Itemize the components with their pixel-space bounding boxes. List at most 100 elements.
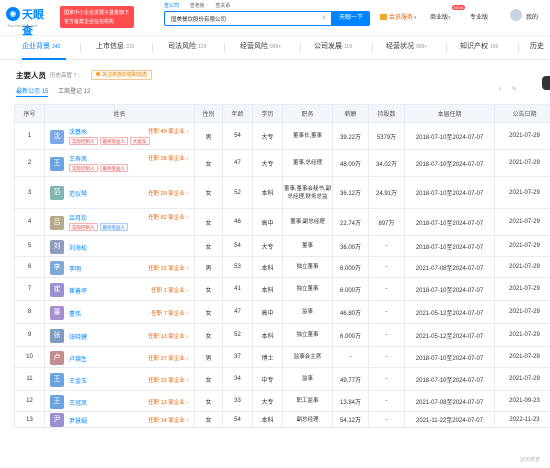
sub-tab-registration[interactable]: 工商登记 12 bbox=[58, 89, 90, 95]
table-row[interactable]: 9 张 张晓健 任职 13 家企业 › 女 52 本科 独立董事 6.000万 -2021… bbox=[14, 323, 550, 347]
position-cell: 独立董事 bbox=[282, 277, 333, 301]
person-name-link[interactable]: 范仪琴 bbox=[69, 189, 87, 198]
tab-enterprise-background[interactable]: 企业背景 242 bbox=[22, 41, 60, 51]
table-row[interactable]: 7 崔 崔善坪 任职 1 家企业 › 女 41 本科 独立董事 6.000万 -2018-… bbox=[14, 277, 550, 301]
person-avatar[interactable]: 尹 bbox=[50, 413, 64, 427]
person-name-link[interactable]: 吕月珍 bbox=[69, 213, 87, 222]
table-row[interactable]: 2 王 王寿凤 任职 28 家企业 › 实际控制人 最终受益人 女 47 大专 董事,总… bbox=[14, 149, 550, 177]
term-cell: 2018-07-10至2024-07-07 bbox=[404, 208, 495, 236]
logo[interactable]: ◉ 天眼查 TianYanCha.com bbox=[6, 5, 52, 37]
sub-tab-latest[interactable]: 最新公示 15 bbox=[16, 89, 49, 97]
history-executives-link[interactable]: 历史高管 7 › bbox=[50, 71, 80, 79]
person-avatar[interactable]: 李 bbox=[50, 261, 64, 275]
person-avatar[interactable]: 崔 bbox=[50, 283, 64, 297]
tab-count: 242 bbox=[52, 44, 61, 50]
pay-cell: 6.000万 bbox=[332, 256, 369, 278]
person-positions-link[interactable]: 任职 40 家企业 › bbox=[148, 127, 188, 135]
person-tag: 最终受益人 bbox=[99, 223, 128, 231]
user-avatar[interactable] bbox=[510, 9, 522, 21]
search-tab-relation[interactable]: 查关系 bbox=[215, 2, 230, 9]
table-row[interactable]: 4 吕 吕月珍 任职 82 家企业 › 实际控制人 最终受益人 女 46 高中 董事,副… bbox=[14, 208, 550, 236]
person-cell: 卢 卢锦生 任职 27 家企业 › bbox=[44, 346, 195, 368]
person-name-link[interactable]: 刘海松 bbox=[69, 243, 87, 252]
person-name-link[interactable]: 王寿凤 bbox=[69, 154, 87, 163]
table-row[interactable]: 8 董 董伟 任职 7 家企业 › 女 47 高中 监事 46.80万 -2021-05-… bbox=[14, 300, 550, 324]
pay-cell: 39.22万 bbox=[332, 122, 369, 150]
person-positions-link[interactable]: 任职 7 家企业 › bbox=[151, 309, 188, 317]
pro-edition-link[interactable]: 专业版 bbox=[470, 12, 488, 21]
table-row[interactable]: 6 李 李明 任职 12 家企业 › 男 53 本科 独立董事 6.000万 -2021-… bbox=[14, 256, 550, 278]
person-avatar[interactable]: 王 bbox=[50, 373, 64, 387]
tab-company-development[interactable]: 公司发展 119 bbox=[314, 41, 352, 51]
search-input[interactable]: 国美餐饮股份有限公司 ✕ bbox=[164, 11, 332, 26]
pay-cell: 6.000万 bbox=[332, 323, 369, 347]
my-account-link[interactable]: 我的 bbox=[526, 12, 538, 21]
person-name-link[interactable]: 尹慧娟 bbox=[69, 416, 87, 425]
shares-cell: - bbox=[368, 346, 405, 368]
person-positions-link[interactable]: 任职 1 家企业 › bbox=[151, 286, 188, 294]
person-positions-link[interactable]: 任职 13 家企业 › bbox=[148, 376, 188, 384]
tab-business-status[interactable]: 经营状况 999+ bbox=[386, 41, 427, 51]
person-avatar[interactable]: 张 bbox=[50, 329, 64, 343]
table-row[interactable]: 5 刘 刘海松 女 54 大专 董事 36.00万 -2018-07-10至2024-07… bbox=[14, 235, 550, 257]
search-tab-boss[interactable]: 查老板 bbox=[190, 2, 205, 9]
person-positions-link[interactable]: 任职 28 家企业 › bbox=[148, 154, 188, 162]
person-name-link[interactable]: 崔善坪 bbox=[69, 286, 87, 295]
row-number: 2 bbox=[14, 149, 45, 177]
person-name-link[interactable]: 王金玉 bbox=[69, 376, 87, 385]
person-avatar[interactable]: 范 bbox=[50, 186, 64, 200]
person-name-link[interactable]: 李明 bbox=[69, 264, 81, 273]
chevron-down-icon: ▾ bbox=[448, 15, 451, 21]
table-row[interactable]: 1 沈 沈基水 任职 40 家企业 › 实际控制人 最终受益人 大股东 男 54 大专董… bbox=[14, 122, 550, 150]
chevron-right-icon: › bbox=[186, 356, 188, 362]
person-avatar[interactable]: 沈 bbox=[50, 130, 64, 144]
person-avatar[interactable]: 卢 bbox=[50, 351, 64, 365]
person-positions-link[interactable]: 任职 82 家企业 › bbox=[148, 213, 188, 221]
person-positions-link[interactable]: 任职 14 家企业 › bbox=[148, 416, 188, 424]
shares-cell: - bbox=[368, 323, 405, 347]
clear-icon[interactable]: ✕ bbox=[321, 14, 327, 22]
business-edition-link[interactable]: 商业版▾ NEW bbox=[430, 5, 466, 21]
gender-cell: 女 bbox=[194, 367, 223, 391]
tab-judicial-risk[interactable]: 司法风险 123 bbox=[168, 41, 206, 51]
side-float-button[interactable] bbox=[542, 76, 550, 90]
person-avatar[interactable]: 王 bbox=[50, 395, 64, 409]
gender-cell: 女 bbox=[194, 390, 223, 412]
feedback-icon[interactable]: ✎ bbox=[512, 86, 517, 93]
person-positions-link[interactable]: 任职 13 家企业 › bbox=[148, 398, 188, 406]
tab-intellectual-property[interactable]: 知识产权 156 bbox=[460, 41, 498, 51]
chevron-right-icon: › bbox=[186, 156, 188, 162]
tab-history[interactable]: 历史 bbox=[530, 41, 544, 51]
shares-cell: 897万 bbox=[368, 208, 405, 236]
tab-operation-risk[interactable]: 经营风险 999+ bbox=[240, 41, 281, 51]
person-name-link[interactable]: 王冠凤 bbox=[69, 398, 87, 407]
table-row[interactable]: 12 王 王冠凤 任职 13 家企业 › 女 33 大专 职工监事 13.84万 -202… bbox=[14, 390, 550, 412]
search-tab-company[interactable]: 查公司 bbox=[164, 2, 179, 9]
search-button[interactable]: 天眼一下 bbox=[332, 11, 370, 26]
person-avatar[interactable]: 吕 bbox=[50, 216, 64, 230]
follow-executives-tag[interactable]: 关注高管的任职动态 bbox=[91, 70, 153, 80]
person-avatar[interactable]: 王 bbox=[50, 157, 64, 171]
table-row[interactable]: 11 王 王金玉 任职 13 家企业 › 女 34 中专 监事 49.77万 -2018-… bbox=[14, 367, 550, 391]
header-date: 公告日期 bbox=[494, 104, 550, 123]
table-row[interactable]: 13 尹 尹慧娟 任职 14 家企业 › 女 54 本科 副总经理 54.12万 -202… bbox=[14, 411, 550, 428]
person-positions-link[interactable]: 任职 29 家企业 › bbox=[148, 189, 188, 197]
person-name-link[interactable]: 董伟 bbox=[69, 309, 81, 318]
export-icon[interactable]: ⇩ bbox=[498, 86, 503, 93]
person-avatar[interactable]: 董 bbox=[50, 306, 64, 320]
person-positions-link[interactable]: 任职 13 家企业 › bbox=[148, 332, 188, 340]
search-mode-tabs: 查公司 查老板 查关系 bbox=[164, 2, 239, 10]
tab-listing-info[interactable]: 上市信息 315 bbox=[96, 41, 134, 51]
promo-banner[interactable]: 国家中小企业发展子基金旗下 官方备案企业征信机构 bbox=[60, 6, 134, 28]
education-cell: 大专 bbox=[252, 235, 283, 257]
table-row[interactable]: 3 范 范仪琴 任职 29 家企业 › 女 52 本科 董事,董事会秘书,副总经理,财… bbox=[14, 176, 550, 209]
vip-service-link[interactable]: 会员服务▾ bbox=[380, 12, 417, 21]
gender-cell: 男 bbox=[194, 122, 223, 150]
person-avatar[interactable]: 刘 bbox=[50, 240, 64, 254]
person-positions-link[interactable]: 任职 27 家企业 › bbox=[148, 354, 188, 362]
person-name-link[interactable]: 卢锦生 bbox=[69, 354, 87, 363]
person-name-link[interactable]: 沈基水 bbox=[69, 127, 87, 136]
table-row[interactable]: 10 卢 卢锦生 任职 27 家企业 › 男 37 博士 监事会主席 - -2018-07… bbox=[14, 346, 550, 368]
person-name-link[interactable]: 张晓健 bbox=[69, 332, 87, 341]
person-positions-link[interactable]: 任职 12 家企业 › bbox=[148, 264, 188, 272]
